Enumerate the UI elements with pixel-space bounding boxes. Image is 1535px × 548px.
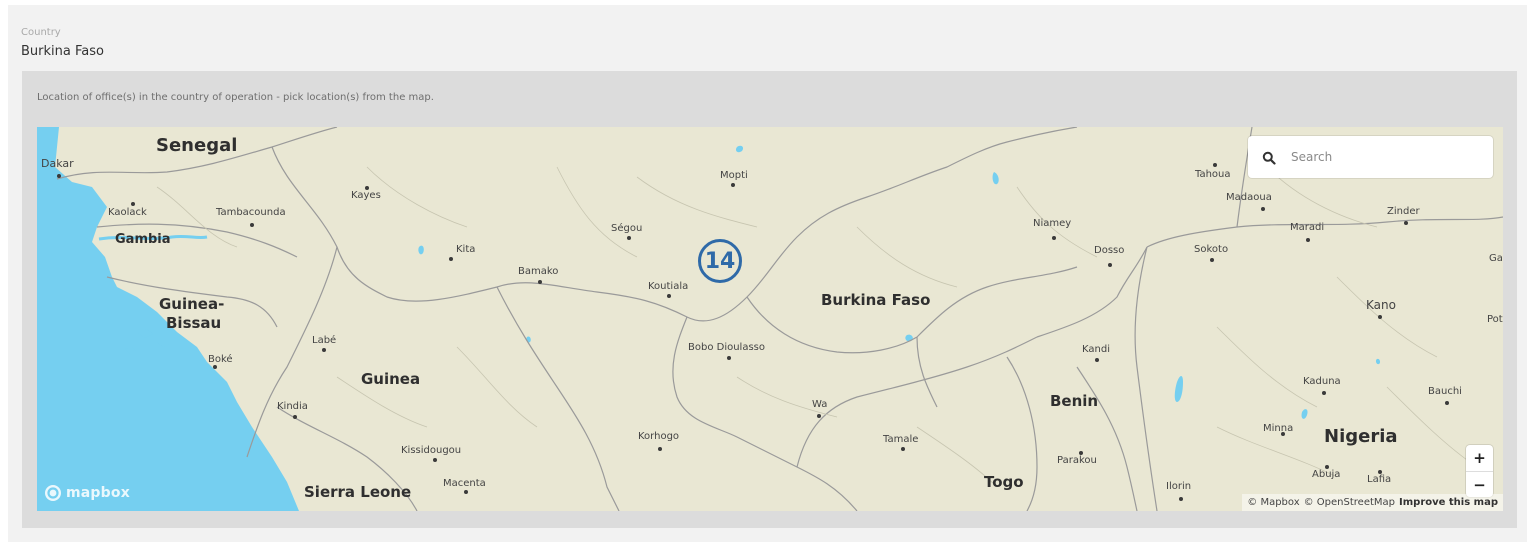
- city-dot: [901, 447, 905, 451]
- city-dot: [464, 490, 468, 494]
- city-lafia: Lafia: [1367, 474, 1392, 485]
- city-minna: Minna: [1263, 423, 1294, 434]
- label-burkina-faso: Burkina Faso: [821, 291, 931, 309]
- city-dot: [658, 447, 662, 451]
- city-pot-partial: Pot: [1487, 314, 1503, 325]
- city-ga-partial: Ga: [1489, 253, 1503, 264]
- country-field-value: Burkina Faso: [21, 44, 104, 59]
- city-kandi: Kandi: [1082, 344, 1110, 355]
- map-base-layer: [37, 127, 1503, 511]
- zoom-in-button[interactable]: +: [1466, 445, 1493, 471]
- city-wa: Wa: [812, 399, 828, 410]
- city-dot: [538, 280, 542, 284]
- label-togo: Togo: [984, 473, 1024, 491]
- mapbox-logo-text: mapbox: [66, 485, 130, 501]
- city-dot: [1213, 163, 1217, 167]
- search-icon: [1262, 150, 1276, 165]
- city-dot: [1306, 238, 1310, 242]
- city-dot: [1108, 263, 1112, 267]
- label-gambia: Gambia: [115, 232, 171, 247]
- office-cluster-marker[interactable]: 14: [698, 239, 742, 283]
- label-guinea-bissau-line2: Bissau: [166, 314, 222, 332]
- city-parakou: Parakou: [1057, 455, 1097, 466]
- city-dosso: Dosso: [1094, 245, 1125, 256]
- city-maradi: Maradi: [1290, 222, 1325, 233]
- mapbox-logo-icon: [45, 485, 61, 501]
- city-dot: [322, 348, 326, 352]
- attribution-osm-link[interactable]: © OpenStreetMap: [1304, 497, 1395, 508]
- city-kissidougou: Kissidougou: [401, 445, 462, 456]
- city-dot: [1210, 258, 1214, 262]
- city-kayes: Kayes: [351, 190, 381, 201]
- city-ilorin: Ilorin: [1166, 481, 1192, 492]
- city-kaolack: Kaolack: [108, 207, 147, 218]
- city-dot: [1095, 358, 1099, 362]
- improve-map-link[interactable]: Improve this map: [1399, 497, 1498, 508]
- city-sokoto: Sokoto: [1194, 244, 1229, 255]
- city-bauchi: Bauchi: [1428, 386, 1462, 397]
- label-senegal: Senegal: [156, 135, 238, 156]
- city-dot: [1179, 497, 1183, 501]
- city-dot: [667, 294, 671, 298]
- city-dot: [727, 356, 731, 360]
- city-dot: [1322, 391, 1326, 395]
- city-dot: [1404, 221, 1408, 225]
- city-madaoua: Madaoua: [1226, 192, 1272, 203]
- label-nigeria: Nigeria: [1324, 426, 1398, 447]
- label-guinea: Guinea: [361, 370, 421, 388]
- city-korhogo: Korhogo: [638, 431, 680, 442]
- city-dot: [433, 458, 437, 462]
- city-dot: [1445, 401, 1449, 405]
- city-koutiala: Koutiala: [648, 281, 689, 292]
- city-dot: [131, 202, 135, 206]
- city-mopti: Mopti: [720, 170, 748, 181]
- city-dot: [731, 183, 735, 187]
- city-macenta: Macenta: [443, 478, 486, 489]
- city-segou: Ségou: [611, 223, 643, 234]
- city-tamale: Tamale: [883, 434, 919, 445]
- map-search-box[interactable]: [1248, 136, 1493, 178]
- city-labe: Labé: [312, 335, 337, 346]
- city-kaduna: Kaduna: [1303, 376, 1341, 387]
- map-instructions: Location of office(s) in the country of …: [37, 92, 434, 103]
- map-search-input[interactable]: [1289, 149, 1483, 165]
- city-boke: Boké: [208, 354, 233, 365]
- mapbox-logo[interactable]: mapbox: [44, 484, 130, 502]
- city-kindia: Kindia: [277, 401, 308, 412]
- city-dakar: Dakar: [41, 157, 74, 170]
- city-dot: [1261, 207, 1265, 211]
- city-dot: [627, 236, 631, 240]
- city-dot: [293, 415, 297, 419]
- city-bamako: Bamako: [518, 266, 559, 277]
- city-dot: [213, 365, 217, 369]
- label-guinea-bissau-line1: Guinea-: [159, 295, 225, 313]
- city-dot: [250, 223, 254, 227]
- city-niamey: Niamey: [1033, 218, 1072, 229]
- city-dot: [1052, 236, 1056, 240]
- city-dot: [57, 174, 61, 178]
- zoom-controls: + −: [1466, 445, 1493, 497]
- label-sierra-leone: Sierra Leone: [304, 483, 412, 501]
- office-location-map[interactable]: Senegal Gambia Guinea- Bissau Guinea Sie…: [37, 127, 1503, 511]
- city-abuja: Abuja: [1312, 469, 1341, 480]
- city-dot: [449, 257, 453, 261]
- city-dot: [817, 414, 821, 418]
- city-kita: Kita: [456, 244, 476, 255]
- attribution-mapbox-link[interactable]: © Mapbox: [1247, 497, 1299, 508]
- map-attribution: © Mapbox © OpenStreetMap Improve this ma…: [1242, 494, 1503, 511]
- city-zinder: Zinder: [1387, 206, 1420, 217]
- city-tahoua: Tahoua: [1195, 169, 1231, 180]
- city-tambacounda: Tambacounda: [216, 207, 286, 218]
- city-kano: Kano: [1366, 298, 1396, 312]
- city-bobo-dioulasso: Bobo Dioulasso: [688, 342, 766, 353]
- country-field-label: Country: [21, 27, 61, 38]
- label-benin: Benin: [1050, 392, 1099, 410]
- city-dot: [1378, 315, 1382, 319]
